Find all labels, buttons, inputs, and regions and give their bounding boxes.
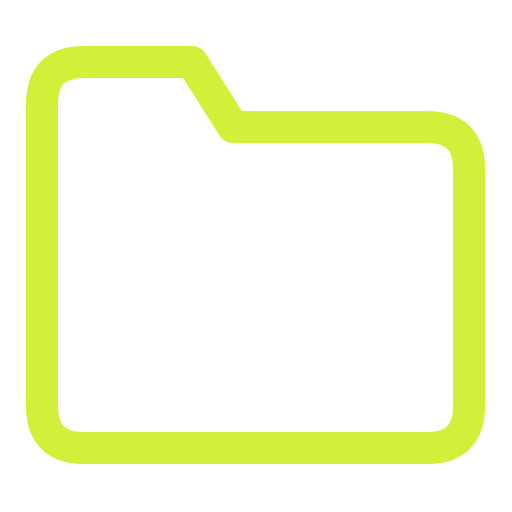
folder-icon <box>26 46 485 464</box>
icon-canvas <box>0 0 512 512</box>
folder-outline <box>26 46 485 464</box>
